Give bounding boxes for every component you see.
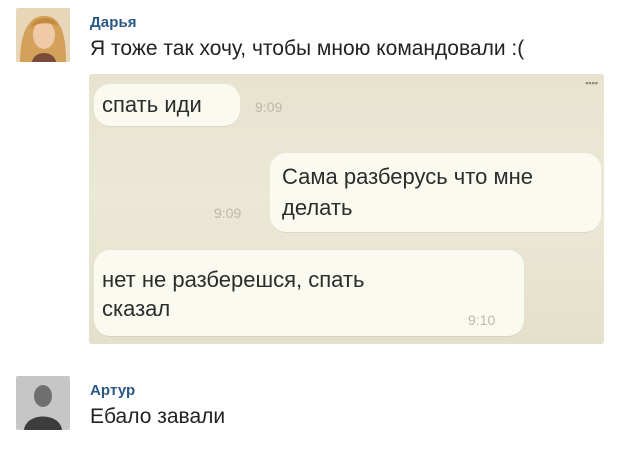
- chat-bubble: Сама разберусь что мне делать: [270, 153, 601, 232]
- avatar-image: [16, 8, 70, 62]
- corner-mark: ▪▪▪▪: [585, 78, 598, 88]
- avatar[interactable]: [16, 376, 70, 430]
- comment-darya: Дарья Я тоже так хочу, чтобы мною команд…: [0, 0, 640, 74]
- chat-bubble: нет не разберешся, спать сказал 9:10: [94, 250, 524, 336]
- comment-author[interactable]: Артур: [90, 382, 135, 399]
- message-text: нет не разберешся, спать: [102, 267, 365, 292]
- avatar[interactable]: [16, 8, 70, 62]
- message-text: сказал: [102, 296, 171, 321]
- avatar-image: [16, 376, 70, 430]
- message-time: 9:09: [214, 205, 242, 221]
- comment-text: Ебало завали: [90, 405, 226, 428]
- message-text: делать: [282, 195, 353, 220]
- chat-bubble: спать иди: [94, 84, 240, 126]
- comment-text: Я тоже так хочу, чтобы мною командовали …: [90, 37, 525, 60]
- message-time: 9:10: [468, 312, 496, 328]
- attached-chat-screenshot[interactable]: ▪▪▪▪ спать иди 9:09 9:09 Сама разберусь …: [89, 74, 604, 344]
- message-time: 9:09: [255, 99, 283, 115]
- message-text: спать иди: [102, 92, 202, 117]
- message-text: Сама разберусь что мне: [282, 164, 533, 189]
- comment-artur: Артур Ебало завали: [0, 372, 640, 442]
- comment-author[interactable]: Дарья: [90, 14, 137, 31]
